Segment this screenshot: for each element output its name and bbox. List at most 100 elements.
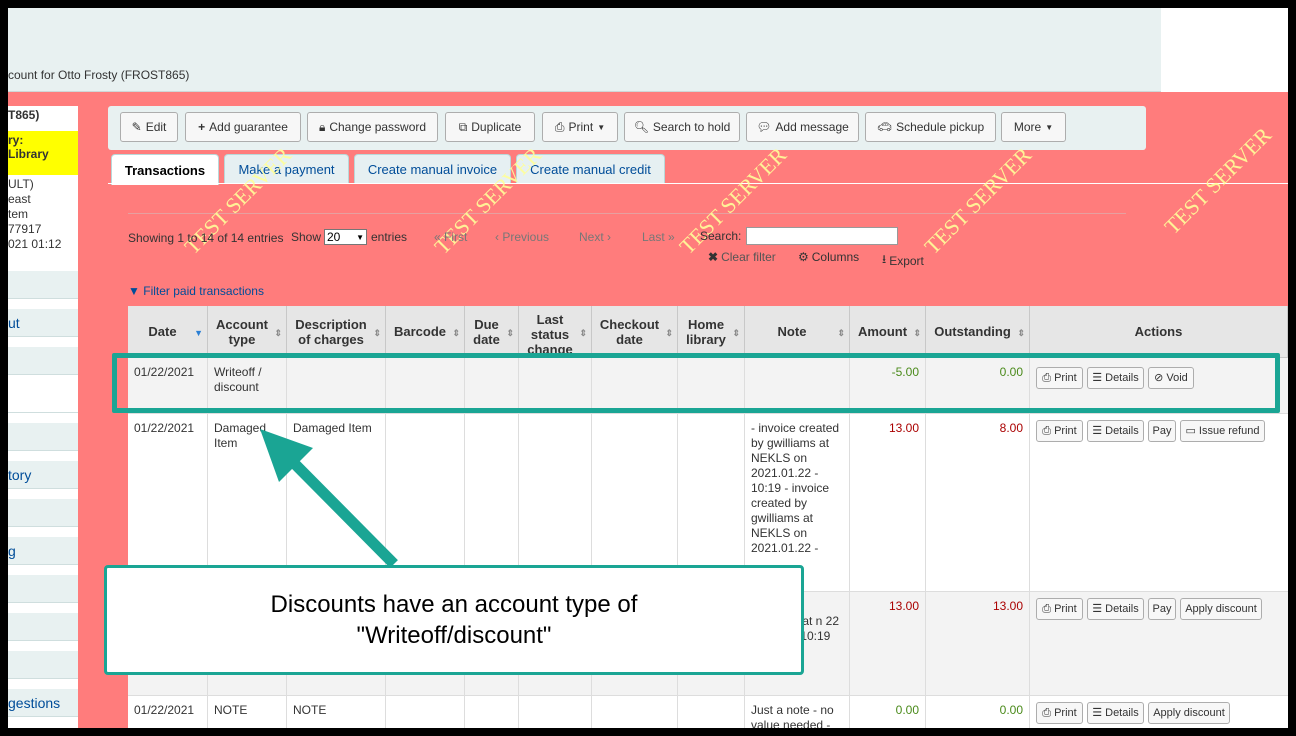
issue-refund-button[interactable]: ▭ Issue refund [1180,420,1265,442]
print-dropdown-button[interactable]: ⎙ Print ▼ [542,112,618,142]
tab-create-manual-invoice[interactable]: Create manual invoice [354,154,511,184]
patron-phone: 77917 [8,222,42,236]
cell-amount: 13.00 [850,592,926,695]
pencil-icon: ✎ [131,120,142,134]
cell-actions: ⎙ Print ☰ Details Pay Apply discount [1030,592,1288,695]
pagination-last[interactable]: Last » [642,230,675,244]
sidebar-item[interactable] [8,613,78,641]
patron-address: east [8,192,31,206]
gear-icon: ⚙ [798,250,809,264]
pagination-previous[interactable]: ‹ Previous [495,230,549,244]
apply-discount-button[interactable]: Apply discount [1148,702,1230,724]
double-chevron-right-icon: » [668,230,675,244]
search-to-hold-button[interactable]: 🔍︎ Search to hold [624,112,740,142]
pay-button[interactable]: Pay [1148,598,1176,620]
sort-icon: ⇕ [452,328,460,338]
print-button[interactable]: ⎙ Print [1036,420,1083,442]
sidebar-item[interactable] [8,651,78,679]
details-button[interactable]: ☰ Details [1087,420,1144,442]
caret-down-icon: ▼ [1045,122,1054,132]
sidebar-item[interactable] [8,347,78,375]
schedule-pickup-button[interactable]: 🚗︎ Schedule pickup [865,112,996,142]
sort-icon: ⇕ [913,328,921,338]
print-button[interactable]: ⎙ Print [1036,702,1083,724]
tab-divider [108,183,1288,184]
column-header-note[interactable]: Note ⇕ [745,306,850,358]
list-icon: ☰ [1092,706,1103,719]
sidebar-item-accounting-active[interactable] [8,385,78,413]
more-dropdown-button[interactable]: More ▼ [1001,112,1066,142]
printer-icon: ⎙ [1042,424,1052,437]
add-message-button[interactable]: 💬︎ Add message [746,112,859,142]
change-password-button[interactable]: 🔒︎ Change password [307,112,438,142]
caret-down-icon: ▼ [597,122,606,132]
money-icon: ▭ [1185,424,1196,437]
column-header-home-library[interactable]: Home library ⇕ [678,306,745,358]
annotation-callout: Discounts have an account type of "Write… [104,565,804,675]
sidebar-item-history[interactable]: tory [8,461,78,489]
column-header-due-date[interactable]: Due date ⇕ [465,306,519,358]
table-search-input[interactable] [746,227,898,245]
clear-filter-button[interactable]: ✖ Clear filter [708,250,776,264]
cell-home-library [678,696,745,728]
sort-icon: ⇕ [732,328,740,338]
filter-paid-transactions-link[interactable]: ▼ Filter paid transactions [128,284,264,298]
copy-icon: ⧉ [458,119,468,134]
duplicate-button[interactable]: ⧉ Duplicate [445,112,535,142]
sidebar-item-checkout[interactable]: ut [8,309,78,337]
patron-date: 021 01:12 [8,237,62,251]
column-header-last-status-change[interactable]: Last status change ⇕ [519,306,592,358]
column-header-description[interactable]: Description of charges ⇕ [287,306,386,358]
tab-transactions[interactable]: Transactions [111,154,219,185]
column-header-checkout-date[interactable]: Checkout date ⇕ [592,306,678,358]
chevron-right-icon: › [607,230,612,244]
details-button[interactable]: ☰ Details [1087,598,1144,620]
patron-cardnumber: T865) [8,108,40,122]
cell-actions: ⎙ Print ☰ Details Apply discount [1030,696,1288,728]
print-button[interactable]: ⎙ Print [1036,598,1083,620]
sidebar-item[interactable] [8,575,78,603]
sidebar-item[interactable] [8,499,78,527]
pay-button[interactable]: Pay [1148,420,1176,442]
watermark-text: TEST SERVER [919,142,1037,260]
cell-note: Just a note - no value needed - [745,696,850,728]
sort-desc-icon: ▼ [194,328,203,338]
cell-outstanding: 0.00 [926,696,1030,728]
patron-category-label: ry: [8,133,24,147]
cell-barcode [386,696,465,728]
add-guarantee-button[interactable]: + Add guarantee [185,112,301,142]
page-length-select[interactable]: 20 ▼ [324,229,367,245]
columns-button[interactable]: ⚙ Columns [798,250,859,264]
cell-actions: ⎙ Print ☰ Details Pay ▭ Issue refund [1030,414,1288,591]
sort-icon: ⇕ [579,328,587,338]
edit-button[interactable]: ✎ Edit [120,112,178,142]
cell-amount: 0.00 [850,696,926,728]
header-right-blank [1161,8,1288,92]
sort-icon: ⇕ [506,328,514,338]
download-icon: ⭳ [882,252,887,266]
apply-discount-button[interactable]: Apply discount [1180,598,1262,620]
sidebar-item[interactable] [8,271,78,299]
column-header-date[interactable]: Date ▼ [128,306,208,358]
watermark-text: TEST SERVER [1159,122,1277,240]
lock-icon: 🔒︎ [318,119,326,134]
sidebar-item[interactable] [8,423,78,451]
export-button[interactable]: ⭳ Export [882,250,924,271]
patron-toolbar: ✎ Edit + Add guarantee 🔒︎ Change password ⧉… [108,106,1146,150]
sidebar-item-log[interactable]: g [8,537,78,565]
pagination-next[interactable]: Next › [579,230,611,244]
column-header-outstanding[interactable]: Outstanding ⇕ [926,306,1030,358]
pagination-first[interactable]: « First [434,230,467,244]
column-header-amount[interactable]: Amount ⇕ [850,306,926,358]
sort-icon: ⇕ [665,328,673,338]
sort-icon: ⇕ [837,328,845,338]
double-chevron-left-icon: « [434,230,441,244]
plus-icon: + [198,120,206,134]
column-header-barcode[interactable]: Barcode ⇕ [386,306,465,358]
close-icon: ✖ [708,250,719,264]
details-button[interactable]: ☰ Details [1087,702,1144,724]
column-header-account-type[interactable]: Account type ⇕ [208,306,287,358]
annotation-highlight-box [112,353,1280,413]
sidebar-item-suggestions[interactable]: gestions [8,689,78,717]
cell-date: 01/22/2021 [128,696,208,728]
